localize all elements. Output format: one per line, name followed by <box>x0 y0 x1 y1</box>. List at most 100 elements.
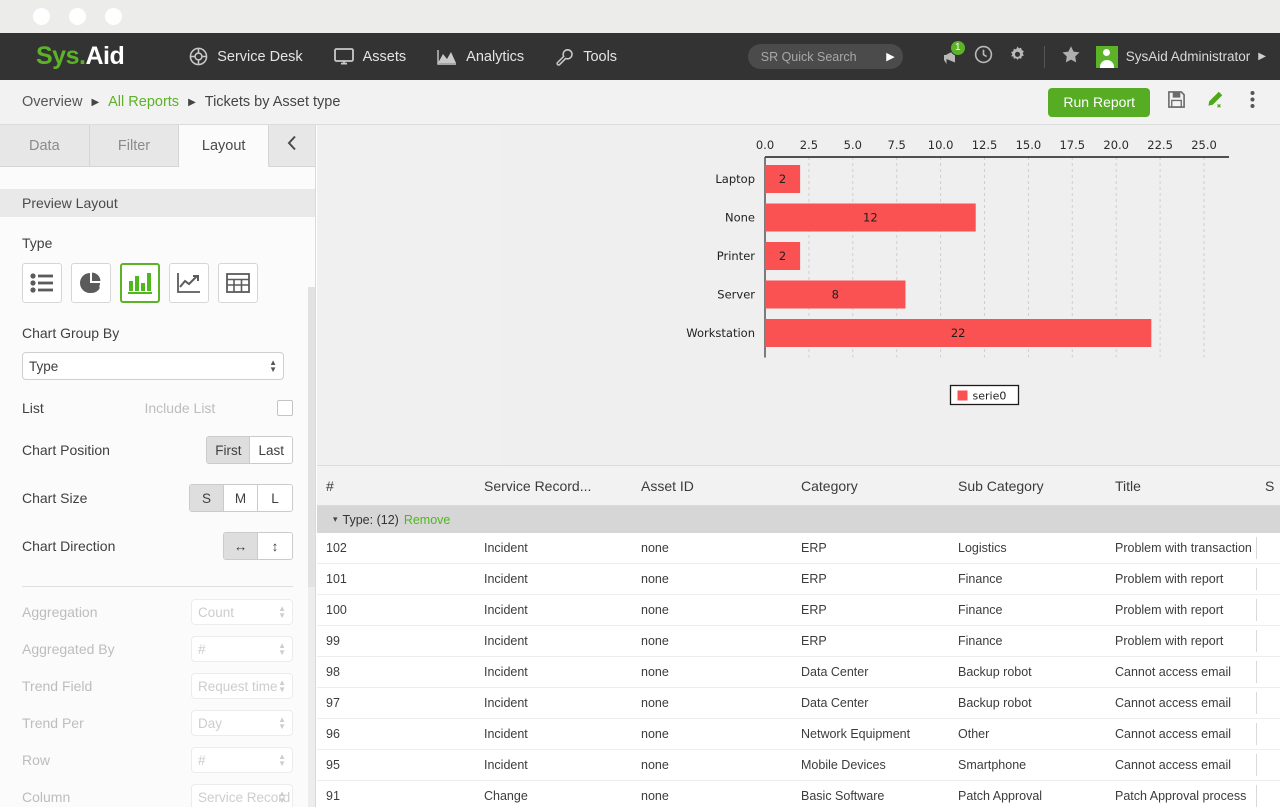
table-cell-asset: none <box>632 696 792 710</box>
breadcrumb-item-overview[interactable]: Overview <box>22 94 82 110</box>
table-row[interactable]: 91ChangenoneBasic SoftwarePatch Approval… <box>317 781 1280 807</box>
table-row[interactable]: 102IncidentnoneERPLogisticsProblem with … <box>317 533 1280 564</box>
chart-size-l[interactable]: L <box>258 485 292 511</box>
include-list-checkbox[interactable] <box>277 400 293 416</box>
chart-direction-row: Chart Direction ↔ ↕ <box>22 532 293 560</box>
list-chart-icon[interactable] <box>22 263 62 303</box>
include-list-label: Include List <box>145 400 268 416</box>
favorites-button[interactable] <box>1054 40 1088 74</box>
app-root: Sys.Aid Service Desk Assets Analytics <box>0 0 1280 807</box>
table-row[interactable]: 99IncidentnoneERPFinanceProblem with rep… <box>317 626 1280 657</box>
search-submit-icon[interactable]: ▶ <box>886 50 894 63</box>
svg-text:None: None <box>725 211 755 225</box>
nav-item-tools[interactable]: Tools <box>555 48 617 66</box>
tab-data[interactable]: Data <box>0 125 90 167</box>
chart-size-s[interactable]: S <box>190 485 224 511</box>
chart-type-options <box>22 263 293 303</box>
pie-chart-icon[interactable] <box>71 263 111 303</box>
table-cell-category: ERP <box>792 572 949 586</box>
nav-item-service-desk[interactable]: Service Desk <box>189 47 302 66</box>
group-label: Type: (12) <box>343 513 399 527</box>
table-column-header[interactable]: Service Record... <box>475 466 632 505</box>
chart-group-by-select[interactable]: Type ▲▼ <box>22 352 284 380</box>
group-row: ▾ Type: (12) Remove <box>317 506 1280 533</box>
tab-layout[interactable]: Layout <box>179 125 269 167</box>
table-column-header[interactable]: Category <box>792 466 949 505</box>
table-row[interactable]: 96IncidentnoneNetwork EquipmentOtherCann… <box>317 719 1280 750</box>
window-dot-minimize[interactable] <box>69 8 86 25</box>
table-cell-asset: none <box>632 789 792 803</box>
table-column-header[interactable]: S <box>1256 466 1280 505</box>
chart-position-segmented: First Last <box>206 436 293 464</box>
svg-text:15.0: 15.0 <box>1016 138 1042 152</box>
table-column-header[interactable]: Asset ID <box>632 466 792 505</box>
settings-button[interactable] <box>1001 40 1035 74</box>
breadcrumb-item-current: Tickets by Asset type <box>205 94 341 110</box>
table-row[interactable]: 95IncidentnoneMobile DevicesSmartphoneCa… <box>317 750 1280 781</box>
group-remove-link[interactable]: Remove <box>404 513 451 527</box>
search-input[interactable] <box>761 50 883 64</box>
table-header-row: #Service Record...Asset IDCategorySub Ca… <box>317 465 1280 506</box>
line-chart-icon[interactable] <box>169 263 209 303</box>
sysaid-logo[interactable]: Sys.Aid <box>36 42 124 71</box>
aggregation-select: Count ▲▼ <box>191 599 293 625</box>
trend-per-row: Trend Per Day ▲▼ <box>22 710 293 736</box>
history-button[interactable] <box>967 40 1001 74</box>
table-cell-subcategory: Backup robot <box>949 665 1106 679</box>
chart-direction-vertical[interactable]: ↕ <box>258 533 292 559</box>
table-column-header[interactable]: Sub Category <box>949 466 1106 505</box>
collapse-panel-button[interactable] <box>269 125 315 167</box>
chart-direction-horizontal[interactable]: ↔ <box>224 533 258 559</box>
nav-item-analytics[interactable]: Analytics <box>437 49 524 65</box>
table-cell-subcategory: Logistics <box>949 541 1106 555</box>
table-cell-id: 99 <box>317 634 475 648</box>
svg-text:25.0: 25.0 <box>1191 138 1217 152</box>
table-cell-title: Cannot access email <box>1106 727 1256 741</box>
list-row: List Include List <box>22 400 293 416</box>
bar-chart-icon[interactable] <box>120 263 160 303</box>
table-cell-asset: none <box>632 758 792 772</box>
table-row[interactable]: 100IncidentnoneERPFinanceProblem with re… <box>317 595 1280 626</box>
window-dot-maximize[interactable] <box>105 8 122 25</box>
table-cell-asset: none <box>632 634 792 648</box>
nav-item-assets[interactable]: Assets <box>334 48 407 65</box>
panel-divider <box>22 586 293 587</box>
chart-position-first[interactable]: First <box>207 437 250 463</box>
avatar[interactable] <box>1096 46 1118 68</box>
column-select: Service Record ▲▼ <box>191 784 293 807</box>
group-collapse-icon[interactable]: ▾ <box>333 514 338 525</box>
save-report-button[interactable] <box>1164 90 1188 114</box>
chart-group-by-label: Chart Group By <box>22 325 293 341</box>
run-report-button[interactable]: Run Report <box>1048 88 1150 117</box>
sr-quick-search[interactable]: ▶ <box>748 44 903 69</box>
svg-text:2: 2 <box>779 172 786 186</box>
breadcrumb-item-all-reports[interactable]: All Reports <box>108 94 179 110</box>
table-row[interactable]: 101IncidentnoneERPFinanceProblem with re… <box>317 564 1280 595</box>
table-cell-asset: none <box>632 572 792 586</box>
table-column-header[interactable]: Title <box>1106 466 1256 505</box>
chart-position-last[interactable]: Last <box>250 437 292 463</box>
table-cell-category: Data Center <box>792 665 949 679</box>
table-cell-subcategory: Other <box>949 727 1106 741</box>
table-cell-category: Basic Software <box>792 789 949 803</box>
table-cell-title: Cannot access email <box>1106 758 1256 772</box>
column-value: Service Record <box>198 790 290 805</box>
user-menu-caret-icon[interactable]: ▶ <box>1258 51 1266 62</box>
edit-report-button[interactable] <box>1202 90 1226 114</box>
table-row[interactable]: 97IncidentnoneData CenterBackup robotCan… <box>317 688 1280 719</box>
table-cell-subcategory: Finance <box>949 603 1106 617</box>
table-column-header[interactable]: # <box>317 466 475 505</box>
table-cell-subcategory: Smartphone <box>949 758 1106 772</box>
notifications-button[interactable]: 1 <box>933 40 967 74</box>
trend-field-row: Trend Field Request time ▲▼ <box>22 673 293 699</box>
panel-scrollbar[interactable] <box>308 287 315 807</box>
table-cell-id: 95 <box>317 758 475 772</box>
row-label: Row <box>22 752 191 768</box>
chart-size-m[interactable]: M <box>224 485 258 511</box>
more-options-button[interactable] <box>1240 90 1264 114</box>
table-cell-record: Incident <box>475 541 632 555</box>
table-chart-icon[interactable] <box>218 263 258 303</box>
table-row[interactable]: 98IncidentnoneData CenterBackup robotCan… <box>317 657 1280 688</box>
tab-filter[interactable]: Filter <box>90 125 180 167</box>
window-dot-close[interactable] <box>33 8 50 25</box>
